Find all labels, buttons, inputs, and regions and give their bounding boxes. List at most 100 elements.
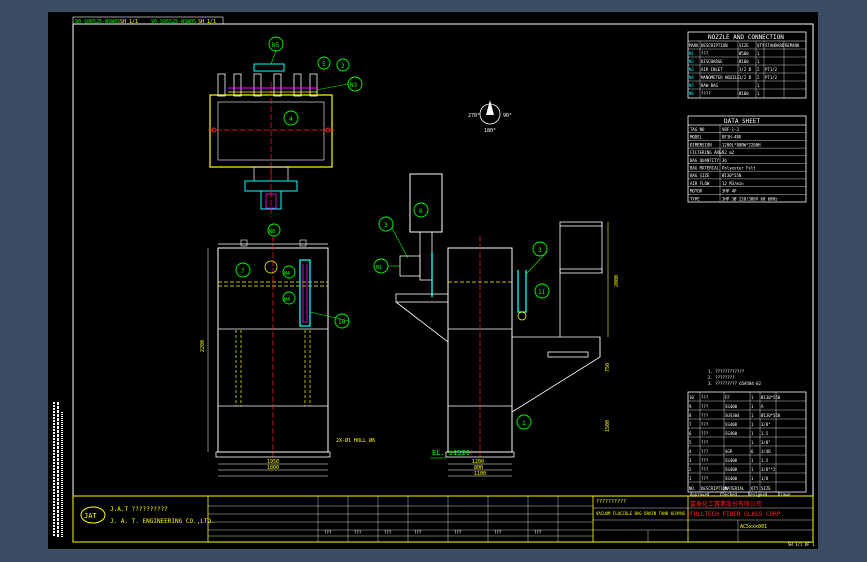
title-block: JAT J.A.T ?????????? J. A. T. ENGINEERIN… <box>72 492 814 543</box>
parts-h-no: NO. <box>689 486 696 491</box>
north-270: 270° <box>468 113 480 119</box>
nozzle-cell: MANOMETER NOZZLE <box>701 75 740 80</box>
callout-3b: 3 <box>538 247 542 254</box>
side-elevation: 2000 750 1500 1200 800 1100 EL. ±1520 <box>395 173 620 477</box>
drawing-desc: VACUUM FLOCCULE BAG DRAIN TANK 6CHYNS <box>596 511 686 516</box>
data-value: 12 m2 <box>722 150 735 155</box>
parts-cell: 3/8"*2 <box>761 467 776 472</box>
company-cn: J.A.T ?????????? <box>110 506 168 513</box>
nozzle-cell: N2 <box>689 59 694 64</box>
nozzle-cell: N6 <box>689 91 694 96</box>
nozzle-cell: 1 <box>757 83 760 88</box>
parts-cell: 1.5 <box>761 431 769 436</box>
rev-cell-4: ??? <box>414 530 422 535</box>
parts-cell: SS400 <box>725 404 738 409</box>
callout-n1: N1 <box>376 265 382 271</box>
callout-6: 6 <box>419 208 423 215</box>
parts-cell: 10 <box>689 395 694 400</box>
parts-cell: 1 <box>751 404 754 409</box>
left-margin-notes <box>53 402 63 537</box>
parts-cell: A <box>761 404 764 409</box>
nozzle-cell: 2 <box>757 67 760 72</box>
data-key: TAG NO <box>690 127 705 132</box>
parts-cell: ??? <box>701 413 709 418</box>
rev-cell-1: ??? <box>324 530 332 535</box>
data-value: 1200L*800W*2200H <box>722 142 761 147</box>
drawing-canvas[interactable]: 90-S06525-WSW05 SH 1/1 90-S06525-WSW05 S… <box>48 12 818 549</box>
data-sheet-rows: TAG NO VBF-1-3 MODEL BF3H-4BV DIMENSION 1200L… <box>688 124 806 201</box>
parts-cell: ??? <box>701 431 709 436</box>
rev-cell-2: ??? <box>354 530 362 535</box>
nozzle-cell: 1 <box>757 91 760 96</box>
parts-cell: 1 <box>751 413 754 418</box>
data-value: Polyester Felt <box>722 166 756 171</box>
callout-n4a: N4 <box>284 271 290 277</box>
corp-en: FULLTECH FIBER GLASS CORP. <box>690 511 784 518</box>
data-key: AIR FLOW <box>690 181 710 186</box>
callout-7: 7 <box>241 268 245 275</box>
header-sheet-left: SH 1/1 <box>120 19 138 25</box>
header-sheet-right: SH 1/1 <box>198 19 216 25</box>
callout-3a: 3 <box>384 222 388 229</box>
parts-cell: 6 <box>689 431 692 436</box>
data-key: TYPE <box>690 196 700 201</box>
cad-drawing: 90-S06525-WSW05 SH 1/1 90-S06525-WSW05 S… <box>53 16 815 547</box>
parts-cell: 8 <box>689 413 692 418</box>
parts-cell: Ø130*550 <box>761 413 781 418</box>
approval-4: Drawn <box>778 492 791 497</box>
nozzle-cell: ??? <box>701 51 709 56</box>
parts-cell: ??? <box>701 467 709 472</box>
sheet-footer: SH 1/1 OF 1 <box>788 542 815 547</box>
leader-lines <box>270 50 548 322</box>
dim-front-height: 2200 <box>200 340 206 352</box>
nozzle-cell: N1 <box>689 51 694 56</box>
rev-cell-5: ??? <box>454 530 462 535</box>
parts-cell: ??? <box>701 422 709 427</box>
north-90: 90° <box>503 113 512 119</box>
corp-cn: 富泰化工實業股份有限公司 <box>690 500 762 508</box>
elevation-label: EL. ±1520 <box>432 449 470 457</box>
parts-cell: 3 <box>689 458 692 463</box>
nozzle-cell: 1/2 B <box>739 75 752 80</box>
note-2: 2. ???????? <box>708 375 735 380</box>
approval-1: Approved <box>690 492 710 497</box>
notes: 1. ???????????? 2. ???????? 3. ?????????… <box>708 369 762 386</box>
parts-cell: 7 <box>689 422 692 427</box>
parts-h-qty: QTY <box>751 486 759 491</box>
parts-cell: 1 <box>751 467 754 472</box>
parts-cell: ??? <box>701 440 709 445</box>
nozzle-rows: N1??? Ø500 1 N2 DISCHARGE Ø100 1 N3 AIR INLET 1/2… <box>689 51 778 96</box>
parts-cell: ??? <box>701 458 709 463</box>
parts-cell: 6 <box>751 449 754 454</box>
parts-h-size: SIZE <box>761 486 771 491</box>
nozzle-h-size: SIZE <box>739 43 749 48</box>
data-key: BAG SIZE <box>690 173 710 178</box>
parts-cell: SUS304 <box>725 413 740 418</box>
parts-cell: 4 <box>689 449 692 454</box>
nozzle-cell: N5 <box>689 83 694 88</box>
callout-n3: N3 <box>350 82 358 89</box>
header-dwg-left: 90-S06525-WSW05 <box>75 19 120 25</box>
parts-cell: 1/8 <box>761 476 769 481</box>
nozzle-h-mark: MARK <box>689 43 699 48</box>
header-strip: 90-S06525-WSW05 SH 1/1 90-S06525-WSW05 S… <box>72 16 224 25</box>
note-3: 3. ????????? 65#304-02 <box>708 381 762 386</box>
dwg-no: AC5xxx001 <box>740 524 767 530</box>
nozzle-cell: N4 <box>689 75 694 80</box>
parts-cell: 5 <box>689 440 692 445</box>
parts-cell: Ø130*550 <box>761 395 781 400</box>
nozzle-h-desc: DESCRIPTION <box>701 43 728 48</box>
right-margin-dim: 2000 <box>614 275 620 287</box>
header-dwg-right: 90-S06525-WSW05 <box>151 19 196 25</box>
nozzle-cell: RAW BAG <box>701 83 718 88</box>
data-sheet-title: DATA SHEET <box>724 118 761 125</box>
data-key: BAG QUANTITY <box>690 158 719 163</box>
parts-cell: 1 <box>689 476 692 481</box>
nozzle-cell: DISCHARGE <box>701 59 723 64</box>
parts-cell: 1 <box>751 458 754 463</box>
parts-list: 10??? FF 1 Ø130*550 9??? SS400 1 A 8??? SUS304 1 Ø1… <box>687 391 807 493</box>
parts-cell: FF <box>725 395 730 400</box>
parts-cell: SS400 <box>725 458 738 463</box>
nozzle-h-remark: REMARK <box>785 43 800 48</box>
nozzle-cell: 1 <box>757 59 760 64</box>
